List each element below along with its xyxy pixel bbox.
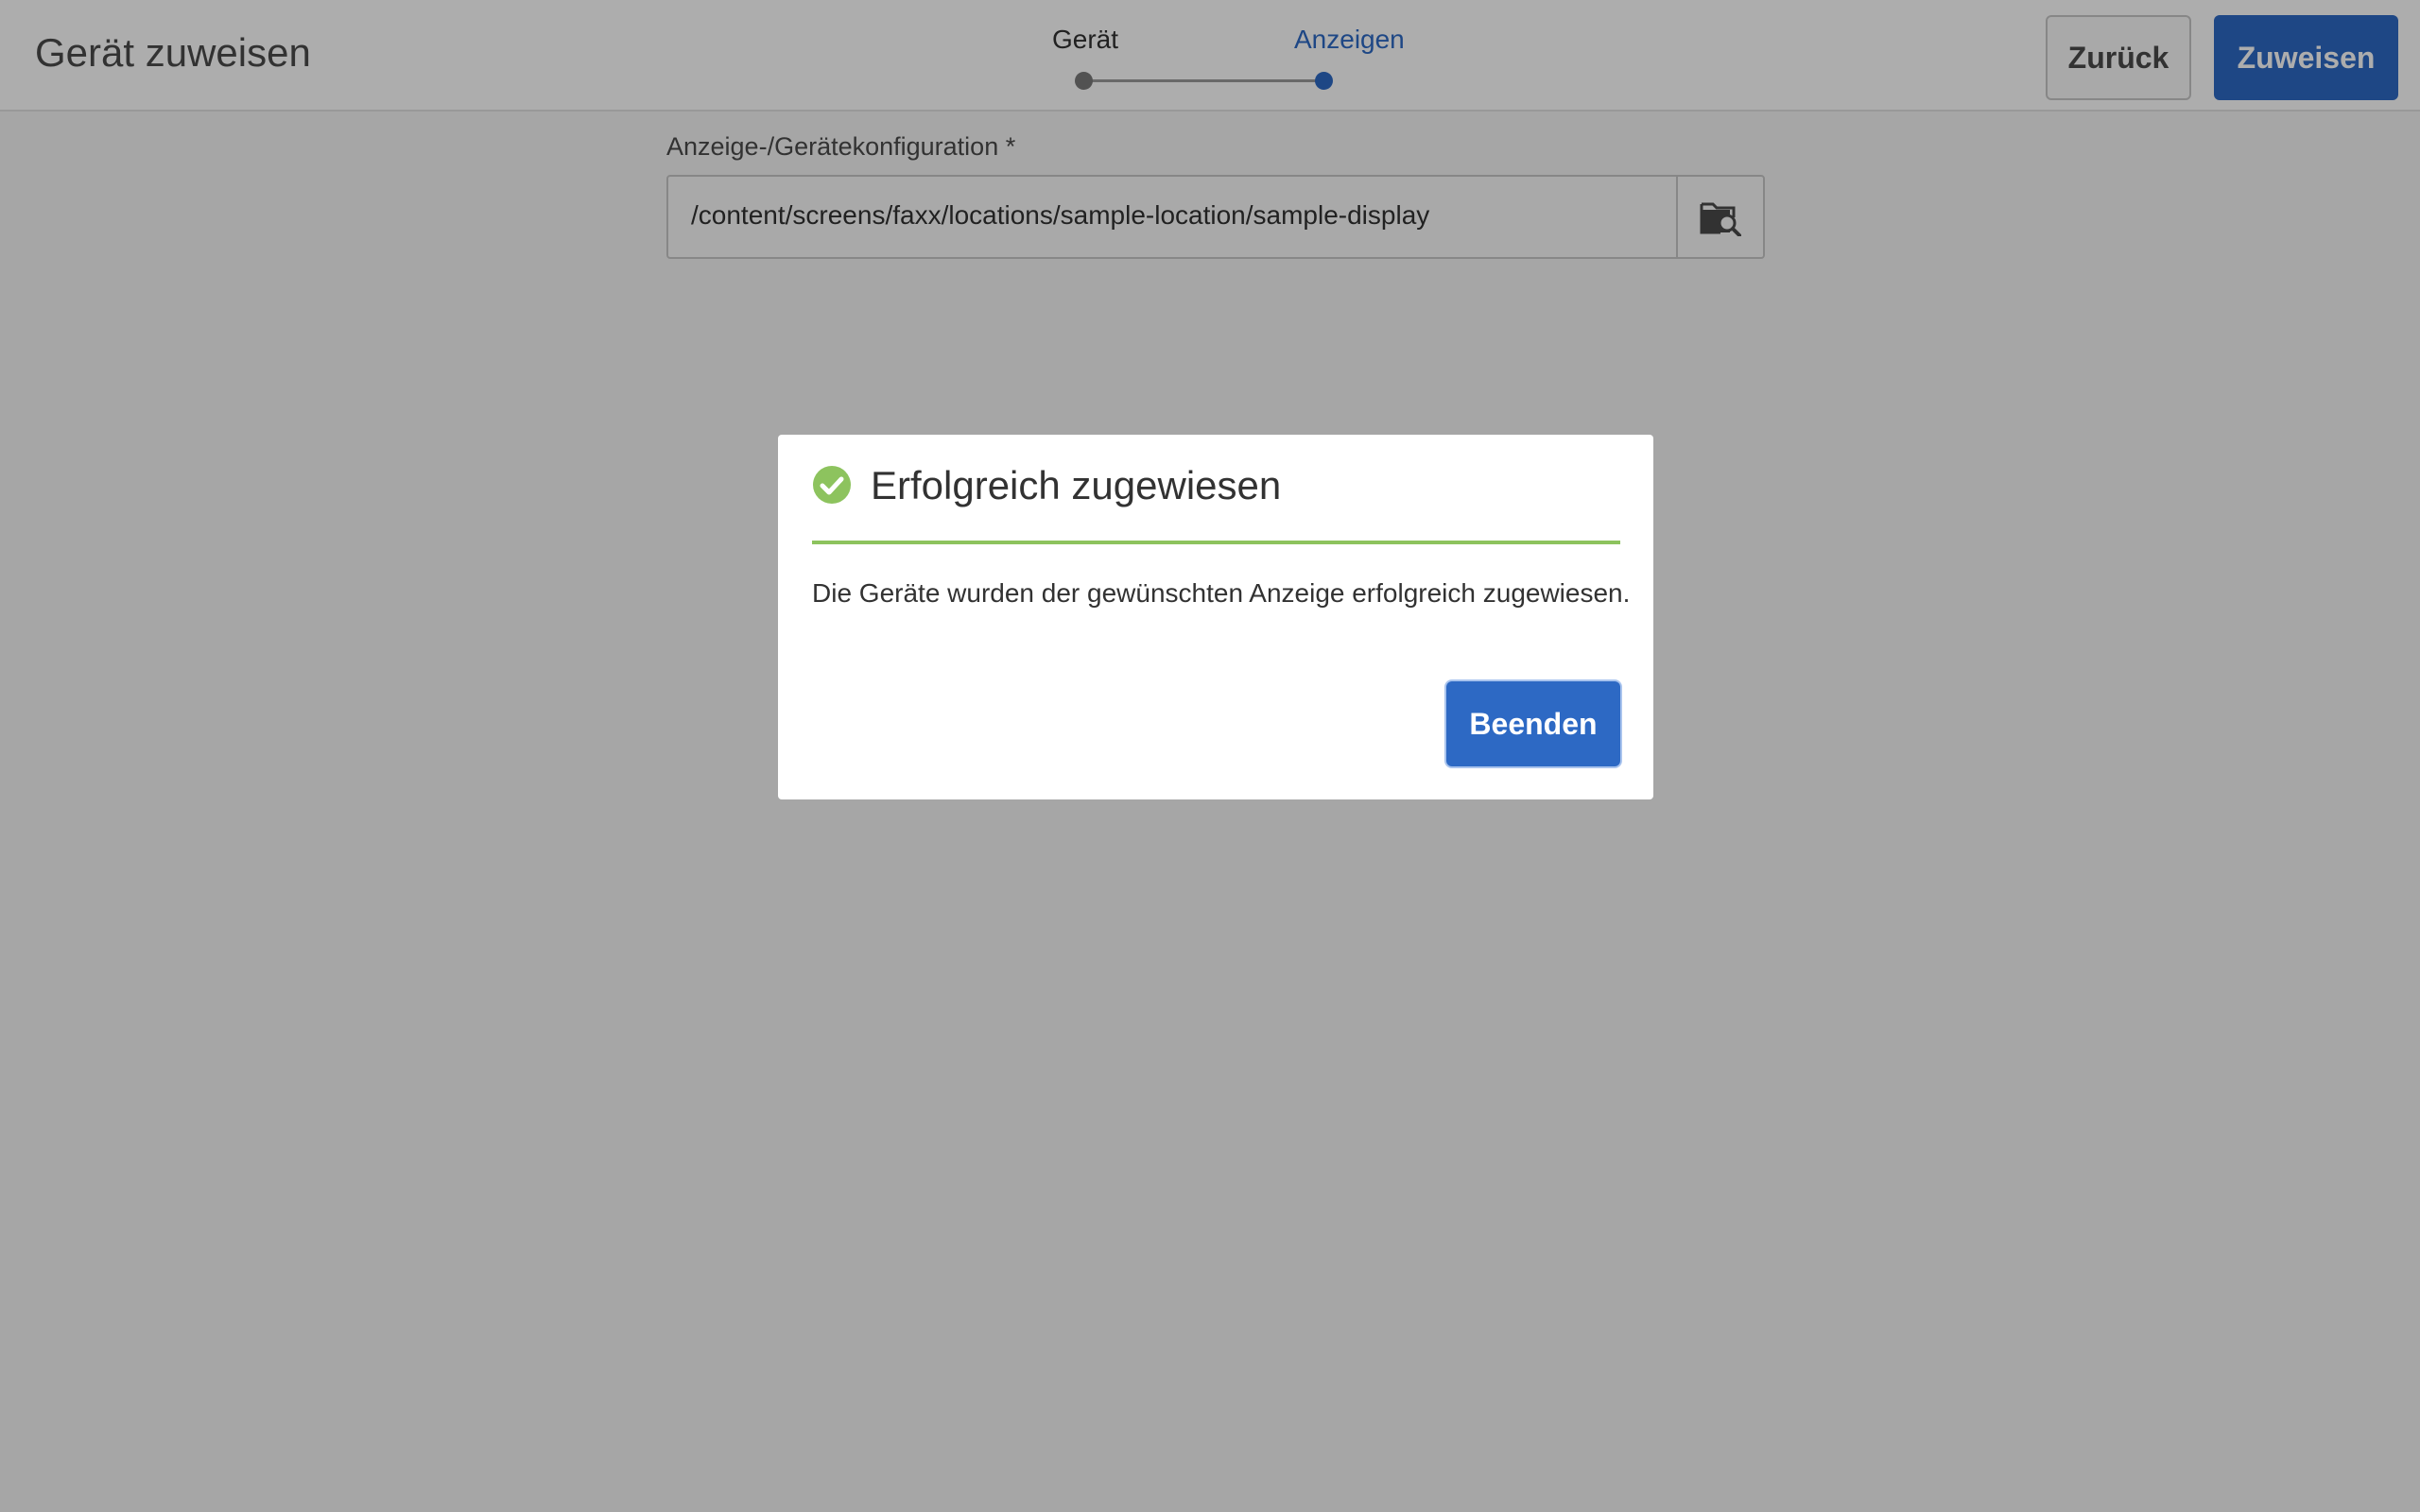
dialog-header: Erfolgreich zugewiesen	[812, 461, 1620, 507]
success-dialog: Erfolgreich zugewiesen Die Geräte wurden…	[778, 435, 1653, 799]
finish-button[interactable]: Beenden	[1446, 681, 1620, 766]
dialog-title: Erfolgreich zugewiesen	[871, 463, 1282, 507]
dialog-message: Die Geräte wurden der gewünschten Anzeig…	[812, 578, 1631, 608]
dialog-divider	[812, 541, 1620, 544]
check-circle-icon	[813, 466, 851, 504]
app-window: Gerät zuweisen Gerät Anzeigen Zurück Zuw…	[0, 0, 2420, 1512]
